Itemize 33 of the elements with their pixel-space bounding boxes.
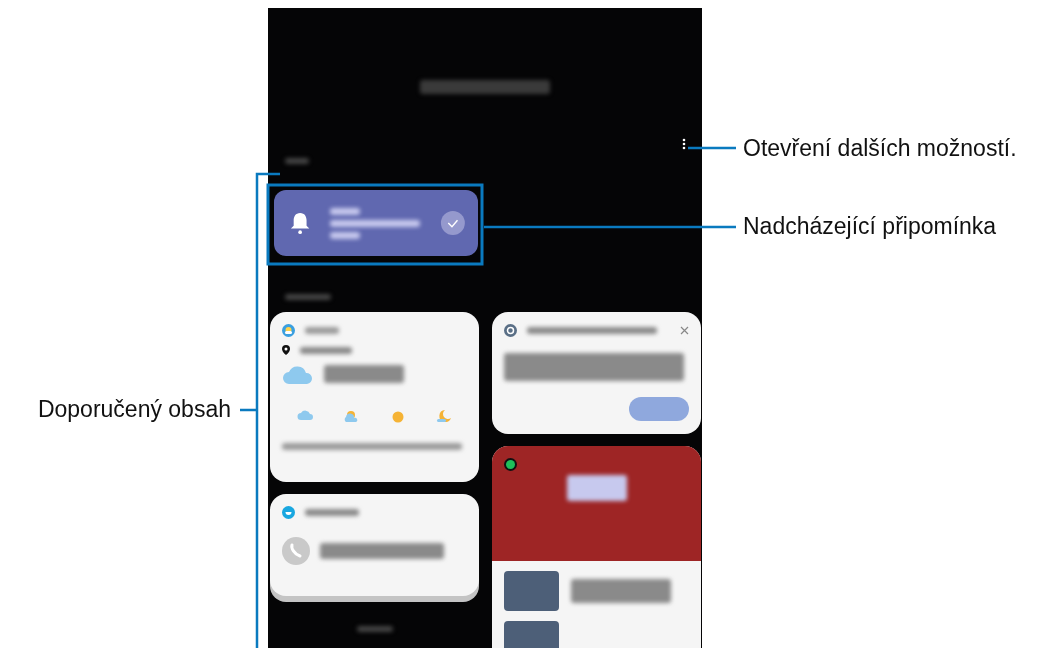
gear-icon bbox=[504, 324, 517, 337]
phone-icon bbox=[282, 537, 310, 565]
cloud-icon bbox=[297, 409, 314, 421]
more-options-icon[interactable] bbox=[682, 138, 686, 150]
check-icon[interactable] bbox=[440, 209, 466, 237]
moon-icon bbox=[435, 409, 452, 423]
feedback-app-icon bbox=[282, 506, 295, 519]
bell-icon bbox=[290, 210, 311, 236]
blurred-text bbox=[330, 207, 361, 215]
blurred-text bbox=[356, 626, 393, 632]
playlist-card[interactable] bbox=[492, 446, 701, 648]
blurred-text bbox=[330, 231, 361, 239]
blurred-button[interactable] bbox=[629, 397, 689, 421]
info-card[interactable] bbox=[492, 312, 701, 434]
photo-placeholder bbox=[504, 571, 559, 611]
leader-line bbox=[688, 146, 736, 150]
blurred-text bbox=[305, 509, 359, 516]
blurred-text bbox=[285, 294, 331, 300]
blurred-text bbox=[305, 327, 339, 334]
callout-label: Otevření dalších možností. bbox=[743, 135, 1017, 162]
weather-card[interactable] bbox=[270, 312, 479, 482]
blurred-text bbox=[566, 475, 627, 501]
callout-label: Nadcházející připomínka bbox=[743, 213, 997, 240]
callout-label: Doporučený obsah bbox=[37, 396, 231, 423]
location-pin-icon bbox=[282, 345, 290, 355]
reminder-card[interactable] bbox=[274, 190, 478, 256]
blurred-text bbox=[300, 346, 352, 354]
weather-app-icon bbox=[282, 324, 295, 337]
music-app-icon bbox=[504, 458, 517, 471]
close-icon[interactable] bbox=[680, 326, 689, 335]
blurred-text bbox=[285, 158, 309, 164]
partly-sunny-icon bbox=[343, 409, 360, 423]
cloud-icon bbox=[282, 363, 314, 385]
